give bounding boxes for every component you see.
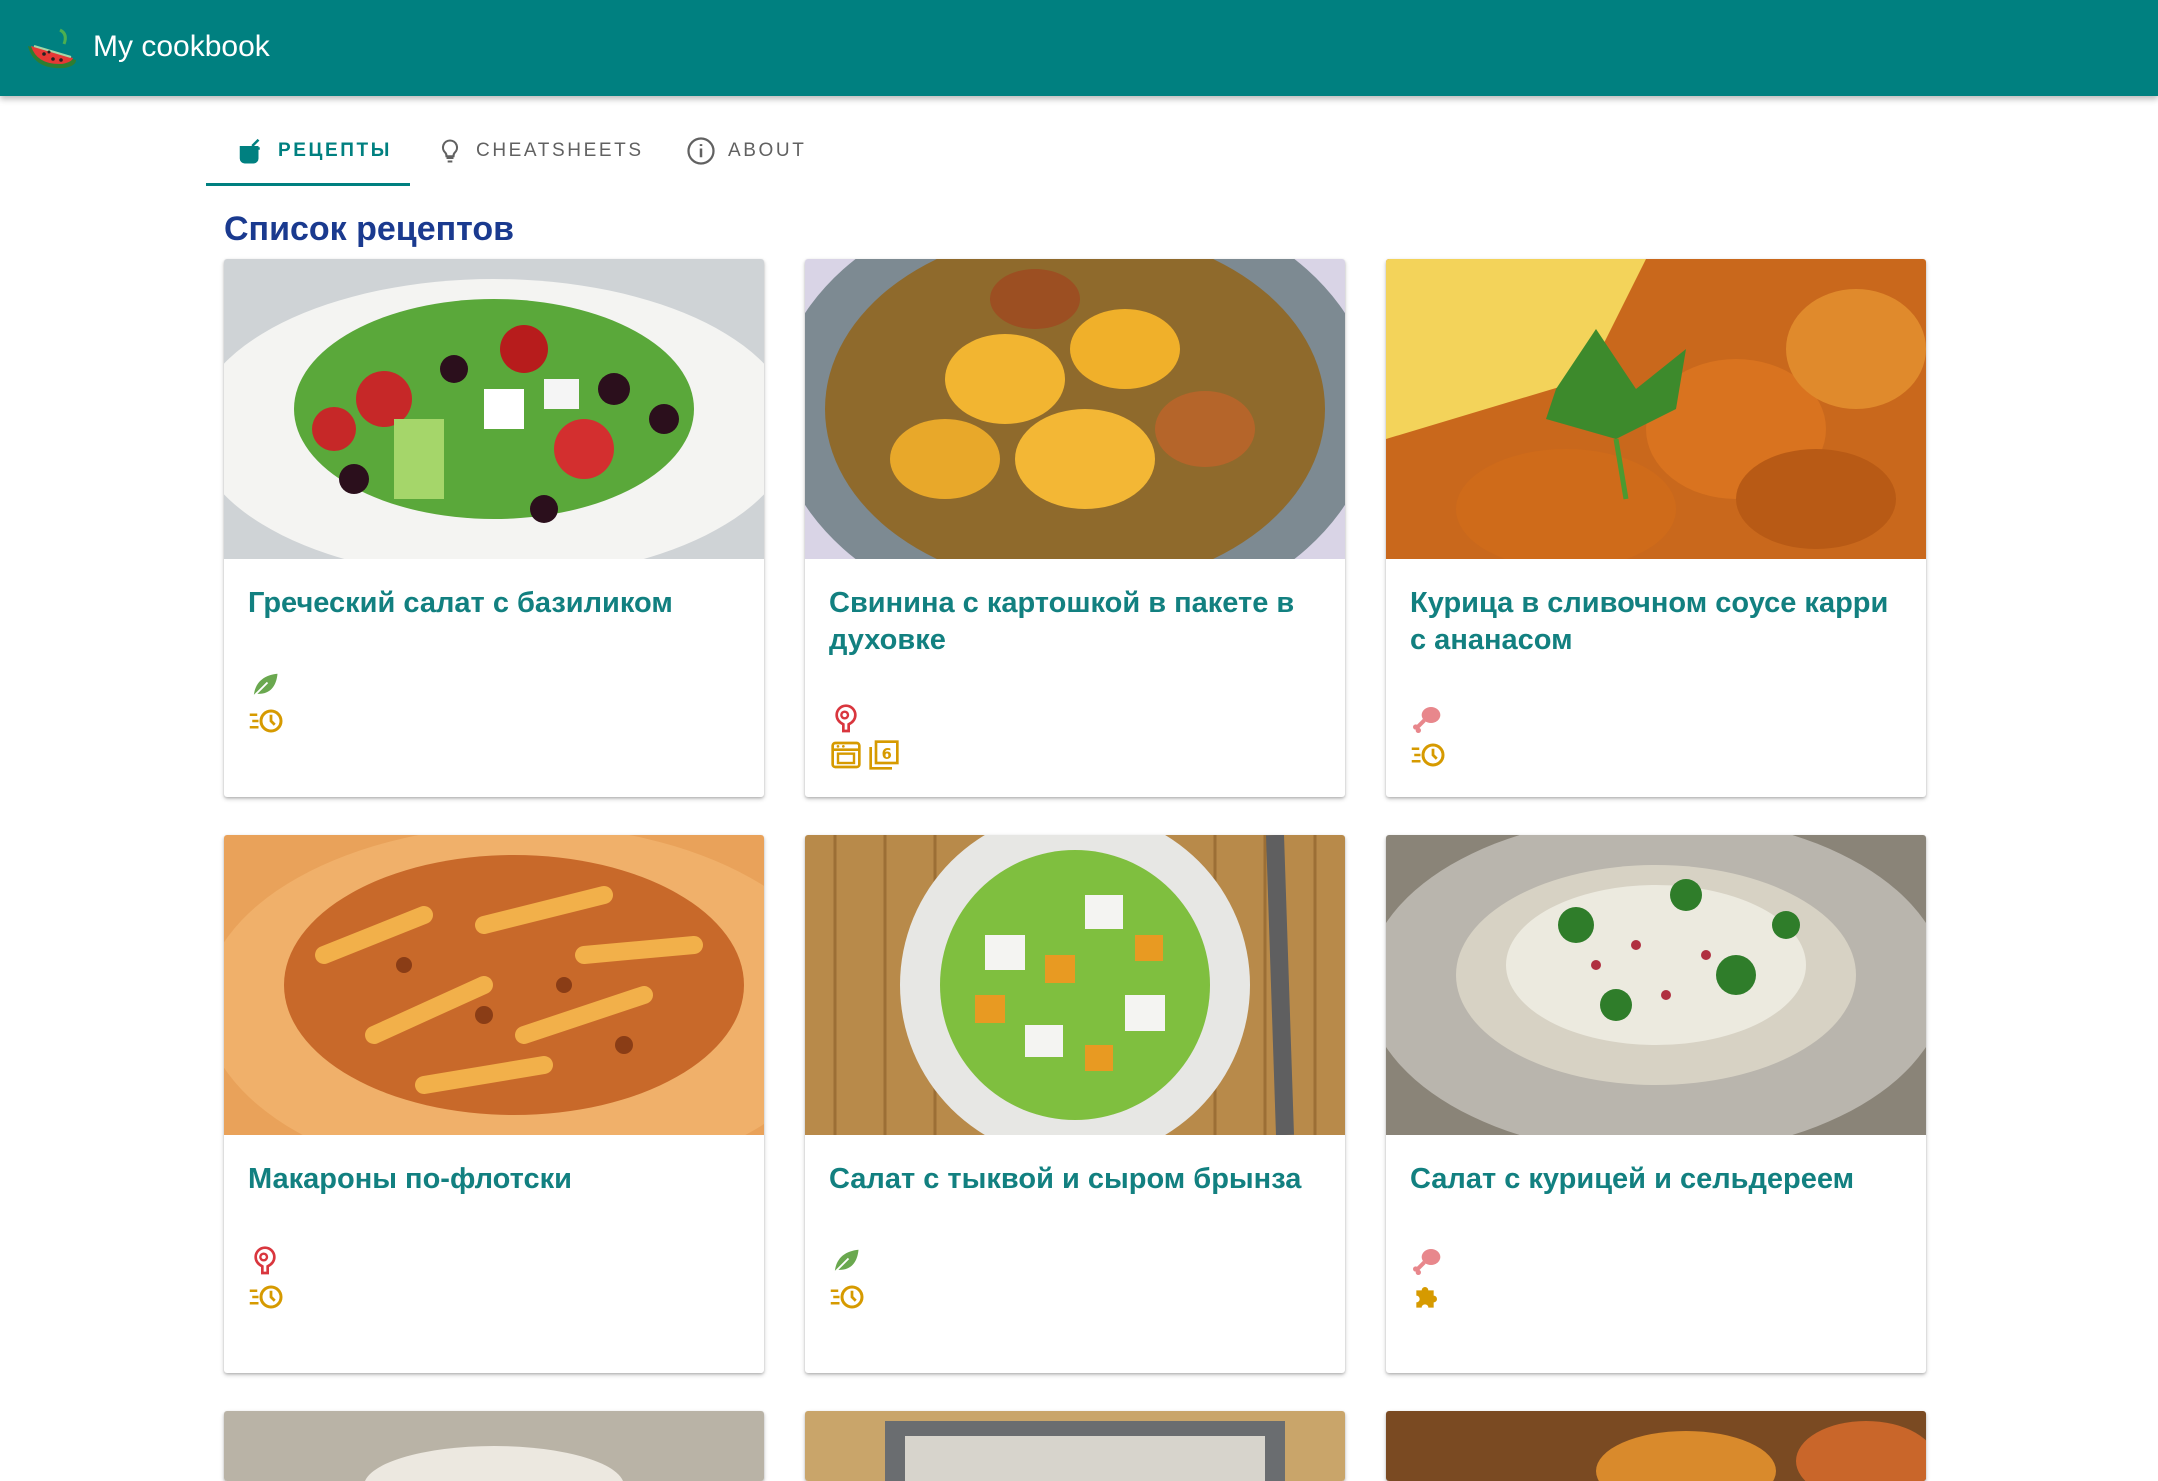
- meat-icon: [835, 704, 857, 733]
- recipe-card[interactable]: [224, 1411, 764, 1481]
- recipe-photo-pork-potatoes: [805, 259, 1345, 559]
- oven-icon: [831, 741, 861, 769]
- recipe-photo-pumpkin-salad: [805, 835, 1345, 1135]
- tab-about[interactable]: ABOUT: [686, 118, 806, 184]
- recipe-tags: [248, 1243, 448, 1315]
- page-title: Список рецептов: [224, 210, 515, 248]
- recipe-card[interactable]: Греческий салат с базиликом: [224, 259, 764, 797]
- svg-text:6: 6: [882, 746, 892, 763]
- app-title: My cookbook: [93, 30, 270, 63]
- nav-tabs: РЕЦЕПТЫ CHEATSHEETS ABOUT: [206, 118, 846, 186]
- info-icon: [687, 137, 715, 165]
- puzzle-icon: [1416, 1287, 1437, 1308]
- recipe-card[interactable]: [1386, 1411, 1926, 1481]
- active-tab-indicator: [206, 183, 410, 186]
- recipe-photo: [224, 1411, 764, 1481]
- recipe-tags: [1410, 701, 1610, 773]
- recipe-photo-chicken-curry: [1386, 259, 1926, 559]
- recipe-name: Макароны по-флотски: [248, 1163, 572, 1195]
- chicken-leg-icon: [1413, 707, 1441, 733]
- six-portions-icon: 6: [869, 740, 899, 770]
- recipe-photo-pasta: [224, 835, 764, 1135]
- chicken-leg-icon: [1413, 1249, 1441, 1275]
- tab-recipes-label: РЕЦЕПТЫ: [278, 140, 392, 161]
- recipe-photo: [1386, 1411, 1926, 1481]
- recipe-card[interactable]: Курица в сливочном соусе карри с ананасо…: [1386, 259, 1926, 797]
- recipe-tags: [829, 1243, 1029, 1315]
- recipe-tags: [1410, 1243, 1610, 1315]
- recipe-photo-chicken-celery-salad: [1386, 835, 1926, 1135]
- tab-cheatsheets-label: CHEATSHEETS: [476, 140, 644, 161]
- recipe-card[interactable]: Макароны по-флотски: [224, 835, 764, 1373]
- recipe-photo-greek-salad: [224, 259, 764, 559]
- meat-icon: [254, 1246, 276, 1275]
- recipe-name: Салат с тыквой и сыром брынза: [829, 1163, 1302, 1195]
- lightbulb-icon: [441, 139, 459, 163]
- watermelon-icon: [28, 28, 76, 69]
- recipe-card[interactable]: Свинина с картошкой в пакете в духовке 6: [805, 259, 1345, 797]
- recipe-name: Свинина с картошкой в пакете в духовке: [829, 587, 1295, 656]
- quick-time-icon: [830, 1285, 864, 1309]
- recipe-name: Курица в сливочном соусе карри с ананасо…: [1410, 587, 1889, 656]
- recipe-name: Салат с курицей и сельдереем: [1410, 1163, 1855, 1195]
- quick-time-icon: [1411, 743, 1445, 767]
- recipe-card[interactable]: Салат с тыквой и сыром брынза: [805, 835, 1345, 1373]
- recipe-tags: 6: [829, 701, 1029, 773]
- recipe-card[interactable]: [805, 1411, 1345, 1481]
- tab-cheatsheets[interactable]: CHEATSHEETS: [436, 118, 644, 184]
- quick-time-icon: [249, 709, 283, 733]
- tab-recipes[interactable]: РЕЦЕПТЫ: [236, 118, 392, 184]
- leaf-icon: [253, 673, 278, 697]
- tab-about-label: ABOUT: [728, 140, 807, 161]
- pot-icon: [239, 138, 260, 164]
- leaf-icon: [834, 1249, 859, 1273]
- recipe-tags: [248, 667, 448, 739]
- recipe-card[interactable]: Салат с курицей и сельдереем: [1386, 835, 1926, 1373]
- quick-time-icon: [249, 1285, 283, 1309]
- app-bar: My cookbook: [0, 0, 2158, 96]
- recipe-name: Греческий салат с базиликом: [248, 587, 673, 619]
- recipe-photo: [805, 1411, 1345, 1481]
